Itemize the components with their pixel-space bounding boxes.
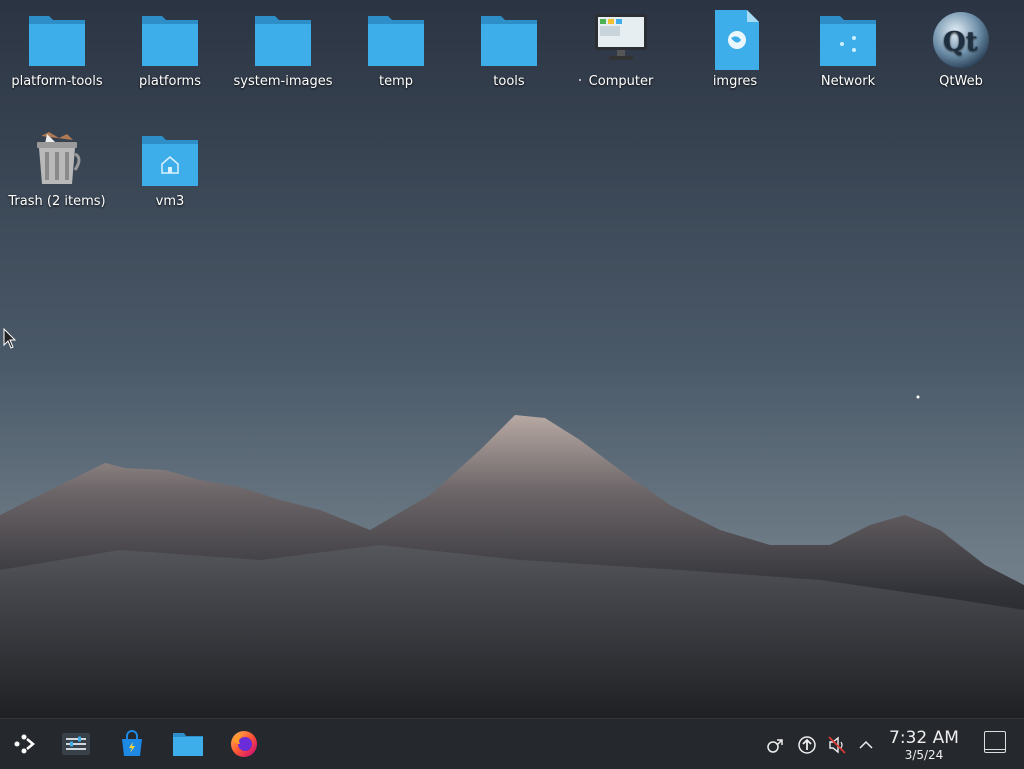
network-folder-icon	[816, 10, 880, 70]
folder-icon	[25, 10, 89, 70]
image-file-icon	[703, 10, 767, 70]
qtweb-icon: Qt	[929, 10, 993, 70]
desktop-icon-label: imgres	[712, 74, 758, 89]
digital-clock[interactable]: 7:32 AM 3/5/24	[880, 728, 968, 762]
taskbar-firefox[interactable]	[224, 726, 264, 762]
tray-volume[interactable]	[827, 735, 847, 755]
desktop-icon-system-images[interactable]: system-images	[228, 10, 338, 90]
desktop-icon-label: QtWeb	[939, 74, 983, 89]
desktop-icon-trash[interactable]: Trash (2 items)	[2, 130, 112, 210]
folder-icon	[364, 10, 428, 70]
folder-icon	[138, 10, 202, 70]
desktop-icon-label: vm3	[155, 194, 185, 209]
home-folder-icon	[138, 130, 202, 190]
tray-updates[interactable]	[797, 735, 817, 755]
application-launcher-button[interactable]	[4, 726, 44, 762]
desktop-icon-platform-tools[interactable]: platform-tools	[2, 10, 112, 90]
folder-icon	[477, 10, 541, 70]
discover-store-icon	[122, 730, 142, 756]
desktop-icon-label: platform-tools	[11, 74, 103, 89]
trash-full-icon	[25, 130, 89, 190]
expand-tray-chevron-icon	[859, 740, 873, 749]
taskbar-panel: 7:32 AM 3/5/24	[0, 718, 1024, 769]
desktop-icon-temp[interactable]: temp	[341, 10, 451, 90]
desktop-icon-imgres[interactable]: imgres	[680, 10, 790, 90]
folder-icon	[251, 10, 315, 70]
tray-expand-button[interactable]	[856, 735, 876, 755]
system-settings-icon	[62, 733, 90, 755]
updates-icon	[798, 736, 816, 754]
application-launcher-icon	[14, 734, 35, 754]
file-manager-icon	[173, 733, 203, 756]
clock-date: 3/5/24	[904, 748, 944, 762]
volume-muted-icon	[828, 736, 846, 754]
taskbar-discover[interactable]	[112, 726, 152, 762]
taskbar-system-settings[interactable]	[56, 726, 96, 762]
mouse-cursor-icon	[3, 328, 17, 349]
desktop-icon-label: Network	[820, 74, 876, 89]
computer-icon	[589, 10, 653, 70]
desktop-icon-label: Trash (2 items)	[8, 194, 106, 209]
desktop-icon-tools[interactable]: tools	[454, 10, 564, 90]
desktop-icon-label: system-images	[233, 74, 333, 89]
clock-time: 7:32 AM	[889, 728, 959, 748]
desktop-icon-label: temp	[378, 74, 413, 89]
desktop-icon-vm3[interactable]: vm3	[115, 130, 225, 210]
desktop-icon-label: tools	[493, 74, 525, 89]
svg-text:Qt: Qt	[943, 27, 978, 57]
firefox-icon	[231, 731, 257, 757]
desktop-icon-network[interactable]: Network	[793, 10, 903, 90]
desktop-icon-platforms[interactable]: platforms	[115, 10, 225, 90]
desktop-icon-label: Computer	[588, 74, 654, 89]
desktop-icon-computer[interactable]: Computer	[566, 10, 676, 90]
desktop-icon-qtweb[interactable]: Qt QtWeb	[906, 10, 1016, 90]
taskbar-file-manager[interactable]	[168, 726, 208, 762]
desktop-wallpaper	[0, 0, 1024, 718]
network-share-icon	[767, 739, 783, 753]
show-desktop-button[interactable]	[984, 731, 1006, 753]
tray-network-share[interactable]	[766, 735, 786, 755]
desktop-icon-label: platforms	[138, 74, 201, 89]
